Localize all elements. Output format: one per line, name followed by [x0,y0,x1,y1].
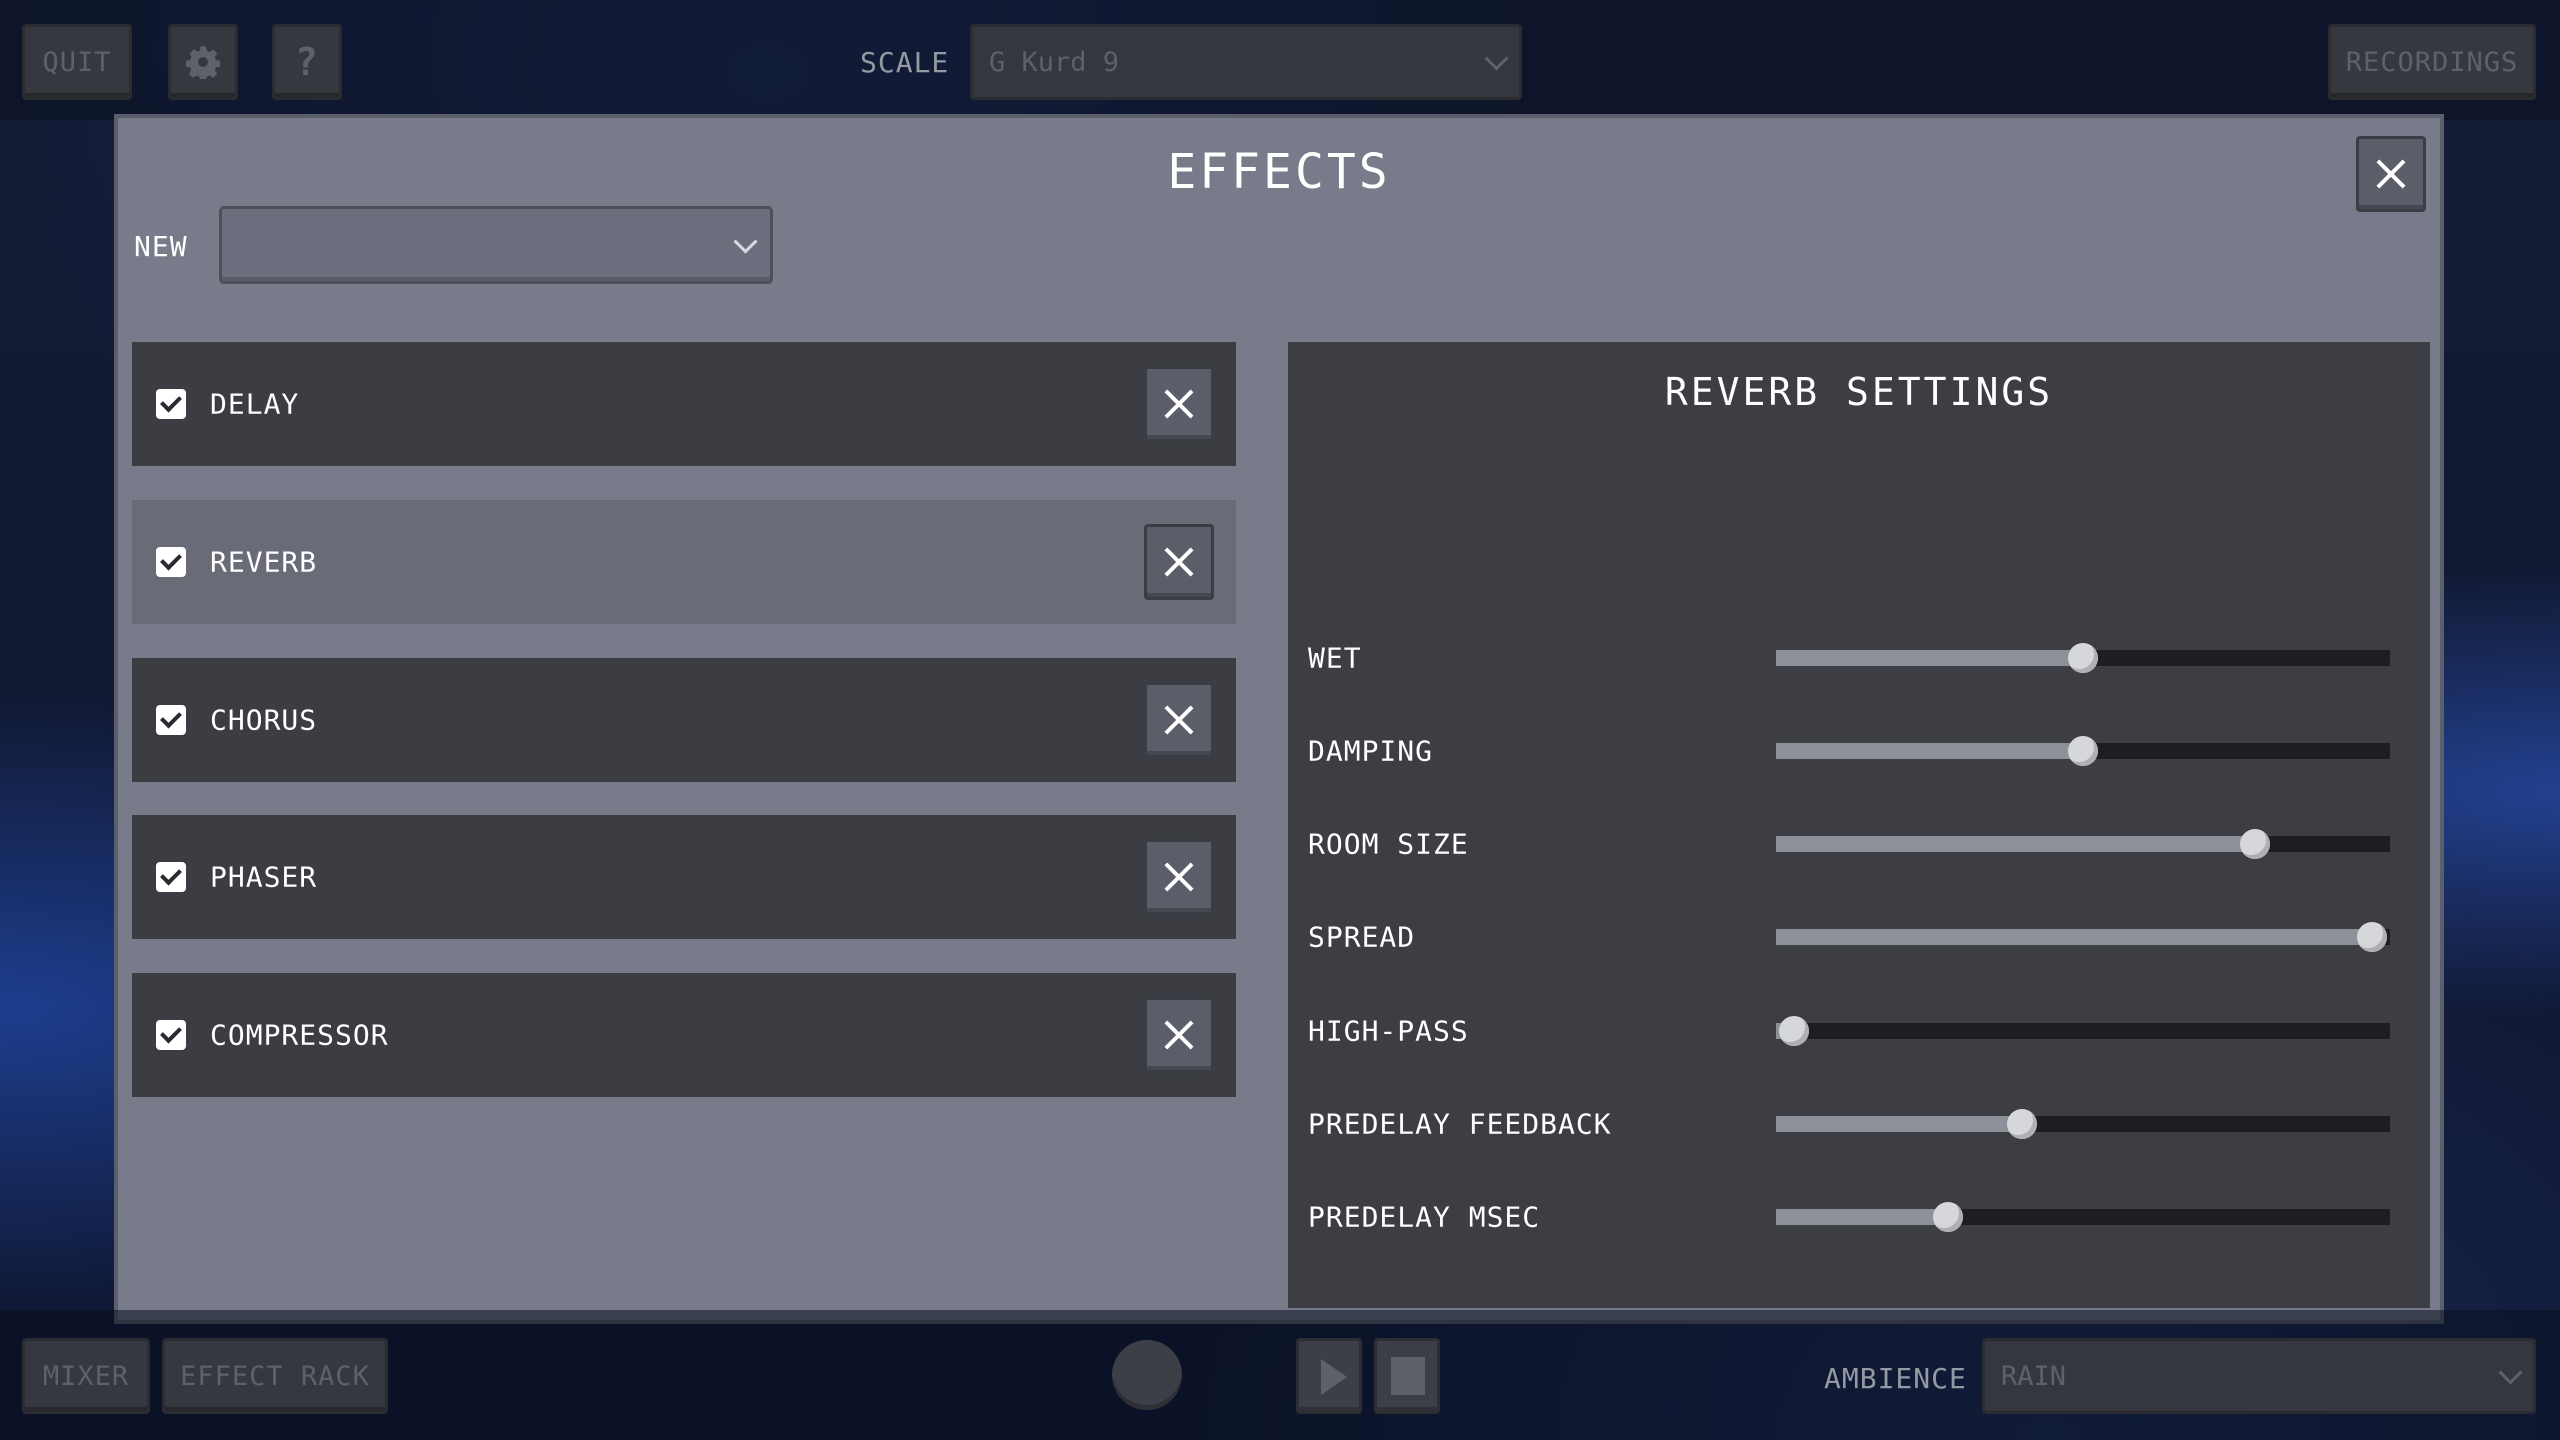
effect-enabled-checkbox[interactable] [156,547,186,577]
effect-row-compressor[interactable]: COMPRESSOR [132,973,1236,1097]
spread-slider[interactable] [1776,922,2390,952]
play-button[interactable] [1296,1338,1362,1414]
remove-effect-button[interactable] [1144,997,1214,1073]
close-modal-button[interactable] [2356,136,2426,212]
chevron-down-icon [733,229,758,254]
chevron-down-icon [2498,1360,2523,1385]
effect-name: PHASER [210,860,318,894]
help-button[interactable]: ? [272,24,342,100]
param-label: PREDELAY FEEDBACK [1308,1107,1612,1141]
damping-slider[interactable] [1776,736,2390,766]
effect-enabled-checkbox[interactable] [156,705,186,735]
top-bar: QUIT ? SCALE G Kurd 9 RECORDINGS [0,0,2560,120]
scale-value: G Kurd 9 [989,46,1120,78]
param-label: DAMPING [1308,734,1434,768]
remove-effect-button[interactable] [1144,524,1214,600]
slider-knob[interactable] [1779,1016,1810,1046]
stop-button[interactable] [1374,1338,1440,1414]
scale-label: SCALE [860,46,950,79]
param-predelay-feedback: PREDELAY FEEDBACK [1288,1094,2430,1154]
predelay-msec-slider[interactable] [1776,1202,2390,1232]
slider-knob[interactable] [1932,1202,1963,1232]
settings-button[interactable] [168,24,238,100]
effect-name: DELAY [210,387,300,421]
param-room-size: ROOM SIZE [1288,814,2430,874]
effect-enabled-checkbox[interactable] [156,862,186,892]
quit-button[interactable]: QUIT [22,24,132,100]
param-label: WET [1308,641,1362,675]
slider-fill [1776,836,2255,852]
record-button[interactable] [1112,1340,1182,1410]
predelay-feedback-slider[interactable] [1776,1109,2390,1139]
effects-modal: EFFECTS NEW DELAY REVERB CHORUS PHASER C… [114,114,2444,1324]
param-high-pass: HIGH-PASS [1288,1001,2430,1061]
new-effect-label: NEW [134,230,188,263]
chevron-down-icon [1484,46,1509,71]
scale-dropdown[interactable]: G Kurd 9 [970,24,1522,100]
param-predelay-msec: PREDELAY MSEC [1288,1187,2430,1247]
new-effect-dropdown[interactable] [219,206,773,284]
effect-row-chorus[interactable]: CHORUS [132,658,1236,782]
slider-fill [1776,743,2083,759]
param-label: HIGH-PASS [1308,1014,1469,1048]
close-icon [1147,842,1211,912]
ambience-dropdown[interactable]: RAIN [1982,1338,2536,1414]
ambience-label: AMBIENCE [1824,1362,1967,1395]
ambience-value: RAIN [2001,1360,2067,1392]
effect-name: REVERB [210,545,318,579]
effect-row-phaser[interactable]: PHASER [132,815,1236,939]
param-damping: DAMPING [1288,721,2430,781]
high-pass-slider[interactable] [1776,1016,2390,1046]
remove-effect-button[interactable] [1144,682,1214,758]
wet-slider[interactable] [1776,643,2390,673]
effect-row-reverb[interactable]: REVERB [132,500,1236,624]
close-icon [1147,685,1211,755]
slider-knob[interactable] [2239,829,2270,859]
recordings-button[interactable]: RECORDINGS [2328,24,2536,100]
param-wet: WET [1288,628,2430,688]
remove-effect-button[interactable] [1144,366,1214,442]
slider-knob[interactable] [2068,736,2098,766]
gear-icon [186,46,220,79]
param-label: ROOM SIZE [1308,827,1469,861]
settings-title: REVERB SETTINGS [1664,370,2054,414]
effect-enabled-checkbox[interactable] [156,1020,186,1050]
effect-enabled-checkbox[interactable] [156,389,186,419]
slider-fill [1776,650,2083,666]
effect-name: CHORUS [210,703,318,737]
room-size-slider[interactable] [1776,829,2390,859]
close-icon [1147,369,1211,439]
slider-knob[interactable] [2356,922,2387,952]
modal-title: EFFECTS [1167,144,1391,200]
param-spread: SPREAD [1288,907,2430,967]
close-icon [2359,139,2423,209]
close-icon [1147,527,1211,597]
slider-fill [1776,1209,1948,1225]
effect-rack-button[interactable]: EFFECT RACK [162,1338,388,1414]
slider-knob[interactable] [2006,1109,2037,1139]
slider-fill [1776,929,2372,945]
mixer-button[interactable]: MIXER [22,1338,150,1414]
param-label: SPREAD [1308,920,1416,954]
reverb-settings-panel: REVERB SETTINGS WET DAMPING ROOM SIZE SP… [1288,342,2430,1308]
effect-name: COMPRESSOR [210,1018,389,1052]
slider-knob[interactable] [2068,643,2098,673]
close-icon [1147,1000,1211,1070]
slider-fill [1776,1116,2022,1132]
effect-row-delay[interactable]: DELAY [132,342,1236,466]
param-label: PREDELAY MSEC [1308,1200,1541,1234]
remove-effect-button[interactable] [1144,839,1214,915]
